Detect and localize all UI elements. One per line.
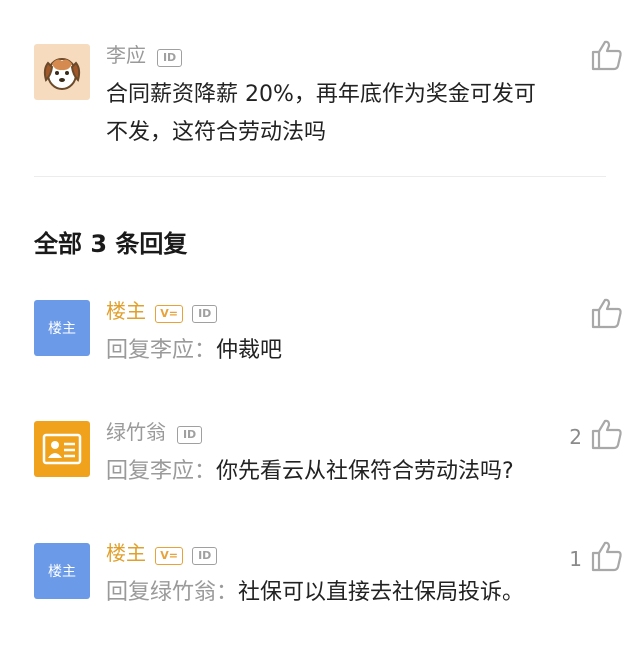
like-count: 1 — [569, 547, 582, 571]
reply-like-button[interactable] — [590, 417, 624, 451]
reply-text: 回复李应：你先看云从社保符合劳动法吗? — [106, 453, 514, 491]
main-comment-like-button[interactable] — [590, 38, 624, 72]
reply-author[interactable]: 绿竹翁 — [106, 420, 166, 444]
reply-like-button[interactable] — [590, 539, 624, 573]
reply-author[interactable]: 楼主 — [106, 541, 146, 565]
avatar-label: 楼主 — [48, 321, 76, 337]
reply-prefix[interactable]: 回复绿竹翁： — [106, 580, 238, 605]
dog-avatar-icon — [43, 58, 81, 90]
thumbs-up-icon — [591, 419, 622, 450]
like-count: 2 — [569, 425, 582, 449]
main-comment-text-line1: 合同薪资降薪 20%，再年底作为奖金可发可 — [106, 82, 536, 107]
id-badge: ID — [177, 425, 203, 444]
id-badge: ID — [192, 304, 218, 323]
replies-header: 全部 3 条回复 — [34, 230, 188, 258]
avatar-label: 楼主 — [48, 564, 76, 580]
main-comment-author[interactable]: 李应 — [106, 43, 146, 67]
reply-body: 社保可以直接去社保局投诉。 — [238, 580, 525, 605]
thumbs-up-icon — [591, 40, 622, 71]
reply-prefix[interactable]: 回复李应： — [106, 338, 216, 363]
reply-body: 你先看云从社保符合劳动法吗? — [216, 459, 514, 484]
reply-avatar-lvzhuweng[interactable] — [34, 421, 90, 477]
main-comment-avatar[interactable] — [34, 44, 90, 100]
verified-badge: V= — [155, 304, 184, 323]
reply-author[interactable]: 楼主 — [106, 299, 146, 323]
reply-prefix[interactable]: 回复李应： — [106, 459, 216, 484]
main-comment-text-line2: 不发，这符合劳动法吗 — [106, 120, 327, 145]
verified-badge: V= — [155, 546, 184, 565]
main-comment-text: 合同薪资降薪 20%，再年底作为奖金可发可 不发，这符合劳动法吗 — [106, 76, 586, 152]
divider — [34, 176, 606, 177]
reply-avatar-op[interactable]: 楼主 — [34, 543, 90, 599]
reply-body: 仲裁吧 — [216, 338, 283, 363]
reply-text: 回复绿竹翁：社保可以直接去社保局投诉。 — [106, 574, 524, 612]
reply-text: 回复李应：仲裁吧 — [106, 332, 282, 370]
reply-avatar-op[interactable]: 楼主 — [34, 300, 90, 356]
reply-like-button[interactable] — [590, 296, 624, 330]
thumbs-up-icon — [591, 541, 622, 572]
id-card-icon — [42, 433, 82, 465]
id-badge: ID — [157, 48, 183, 67]
thumbs-up-icon — [591, 298, 622, 329]
id-badge: ID — [192, 546, 218, 565]
